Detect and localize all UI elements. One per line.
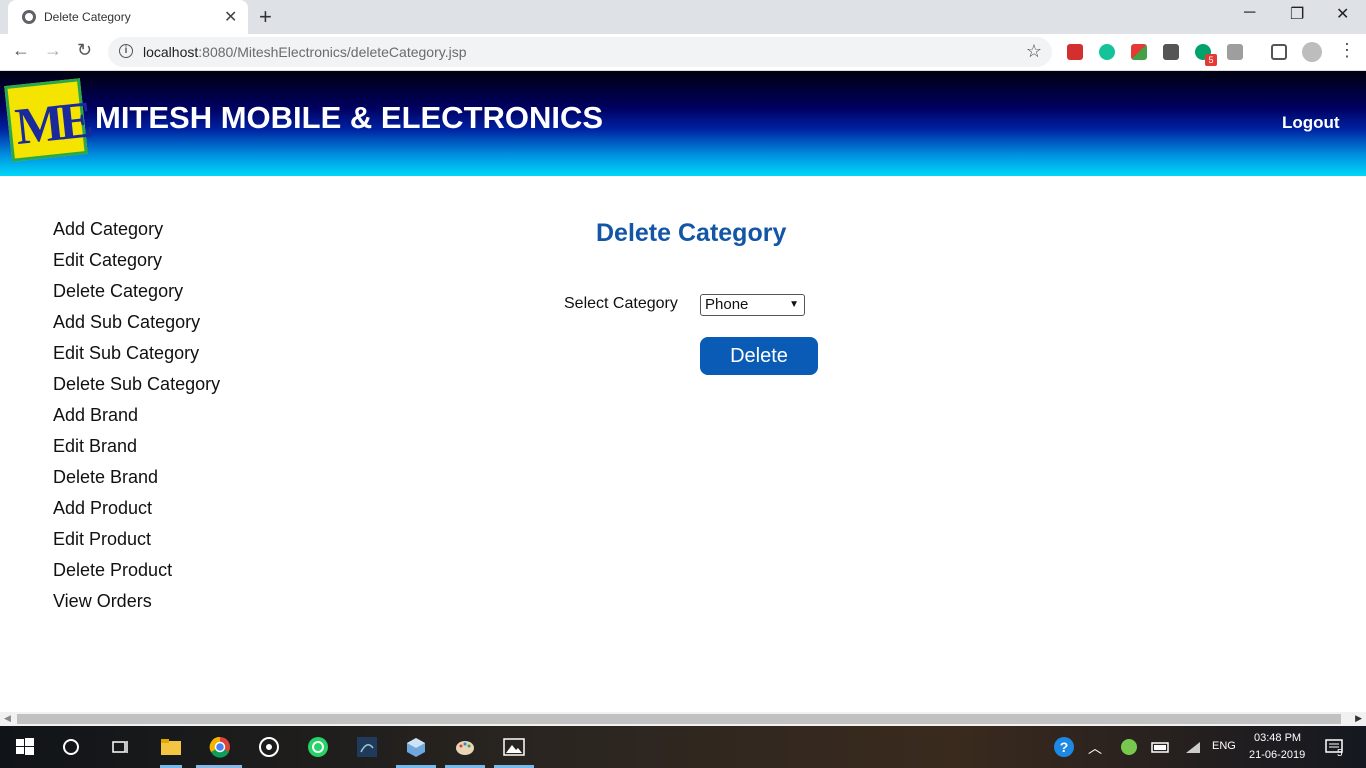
sidebar-item-edit-sub-category[interactable]: Edit Sub Category	[53, 342, 220, 373]
windows-start-icon[interactable]	[14, 736, 36, 758]
language-indicator[interactable]: ENG	[1212, 740, 1236, 752]
whatsapp-icon[interactable]	[307, 736, 329, 758]
clock-time[interactable]: 03:48 PM	[1254, 732, 1301, 744]
scroll-right-icon[interactable]: ▶	[1355, 713, 1362, 724]
sidebar-item-edit-brand[interactable]: Edit Brand	[53, 435, 220, 466]
site-logo: ME	[4, 78, 90, 162]
restore-button[interactable]: ❐	[1290, 4, 1304, 24]
extension-map-icon[interactable]	[1163, 44, 1179, 60]
chrome-icon[interactable]	[209, 736, 231, 758]
help-icon[interactable]: ?	[1053, 736, 1075, 758]
notification-count: 5	[1337, 748, 1343, 759]
battery-icon[interactable]	[1150, 736, 1172, 758]
sidebar-item-delete-product[interactable]: Delete Product	[53, 559, 220, 590]
sidebar-item-edit-product[interactable]: Edit Product	[53, 528, 220, 559]
minimize-button[interactable]: ─	[1244, 4, 1255, 22]
search-icon[interactable]	[60, 736, 82, 758]
sidebar-item-add-category[interactable]: Add Category	[53, 218, 220, 249]
sidebar-item-view-orders[interactable]: View Orders	[53, 590, 220, 621]
scrollbar-thumb[interactable]	[17, 714, 1341, 724]
sidebar-item-add-product[interactable]: Add Product	[53, 497, 220, 528]
globe-icon	[22, 10, 36, 24]
paint-icon[interactable]	[454, 736, 476, 758]
sidebar-item-delete-sub-category[interactable]: Delete Sub Category	[53, 373, 220, 404]
groove-music-icon[interactable]	[258, 736, 280, 758]
tab-title: Delete Category	[44, 10, 131, 24]
profile-avatar-icon[interactable]	[1302, 42, 1322, 62]
browser-toolbar: ← → ↻ i localhost:8080/MiteshElectronics…	[0, 34, 1366, 71]
admin-sidebar: Add Category Edit Category Delete Catego…	[53, 218, 220, 621]
wifi-icon[interactable]	[1182, 736, 1204, 758]
utorrent-icon[interactable]	[1118, 736, 1140, 758]
dropdown-arrow-icon: ▼	[789, 299, 799, 310]
sidebar-item-edit-category[interactable]: Edit Category	[53, 249, 220, 280]
mysql-workbench-icon[interactable]	[356, 736, 378, 758]
clock-date[interactable]: 21-06-2019	[1249, 749, 1305, 761]
extension-colorful-icon[interactable]	[1131, 44, 1147, 60]
grammarly-icon[interactable]	[1099, 44, 1115, 60]
file-explorer-icon[interactable]	[160, 736, 182, 758]
svg-text:?: ?	[1060, 739, 1069, 755]
site-title: MITESH MOBILE & ELECTRONICS	[95, 100, 604, 135]
logo-text: ME	[12, 91, 90, 157]
tray-expand-icon[interactable]: ︿	[1088, 738, 1102, 758]
address-bar[interactable]: i localhost:8080/MiteshElectronics/delet…	[108, 37, 1052, 67]
site-header: ME MITESH MOBILE & ELECTRONICS Logout	[0, 71, 1366, 176]
scroll-left-icon[interactable]: ◀	[4, 713, 11, 724]
extension-badge: 5	[1205, 54, 1217, 66]
horizontal-scrollbar[interactable]: ◀ ▶	[0, 712, 1366, 726]
tab-close-button[interactable]: ✕	[224, 7, 237, 27]
logout-link[interactable]: Logout	[1282, 113, 1340, 133]
forward-button[interactable]: →	[44, 40, 62, 61]
page-title: Delete Category	[596, 219, 787, 247]
photos-icon[interactable]	[503, 736, 525, 758]
task-view-icon[interactable]	[109, 736, 131, 758]
sidebar-item-add-sub-category[interactable]: Add Sub Category	[53, 311, 220, 342]
url-path: :8080/MiteshElectronics/deleteCategory.j…	[198, 44, 467, 60]
camera-icon[interactable]	[1227, 44, 1243, 60]
category-select[interactable]: Phone ▼	[700, 294, 805, 316]
extension-bookmark-icon[interactable]	[1067, 44, 1083, 60]
url-text[interactable]: localhost:8080/MiteshElectronics/deleteC…	[143, 44, 466, 60]
category-select-value: Phone	[705, 296, 749, 313]
chrome-menu-icon[interactable]: ⋮	[1338, 40, 1356, 61]
virtualbox-icon[interactable]	[405, 736, 427, 758]
browser-tabstrip: Delete Category ✕ + ─ ❐ ✕	[0, 0, 1366, 34]
cast-icon[interactable]	[1271, 44, 1287, 60]
browser-tab[interactable]: Delete Category ✕	[8, 0, 248, 34]
reload-button[interactable]: ↻	[77, 40, 92, 61]
sidebar-item-delete-brand[interactable]: Delete Brand	[53, 466, 220, 497]
sidebar-item-delete-category[interactable]: Delete Category	[53, 280, 220, 311]
delete-button[interactable]: Delete	[700, 337, 818, 375]
back-button[interactable]: ←	[12, 40, 30, 61]
info-icon[interactable]: i	[119, 44, 133, 58]
url-host: localhost	[143, 44, 199, 60]
sidebar-item-add-brand[interactable]: Add Brand	[53, 404, 220, 435]
new-tab-button[interactable]: +	[259, 4, 272, 30]
close-window-button[interactable]: ✕	[1336, 4, 1349, 24]
bookmark-star-icon[interactable]: ☆	[1026, 41, 1042, 62]
select-category-label: Select Category	[564, 295, 678, 312]
windows-taskbar: ? ︿ ENG 03:48 PM 21-06-2019 5	[0, 726, 1366, 768]
